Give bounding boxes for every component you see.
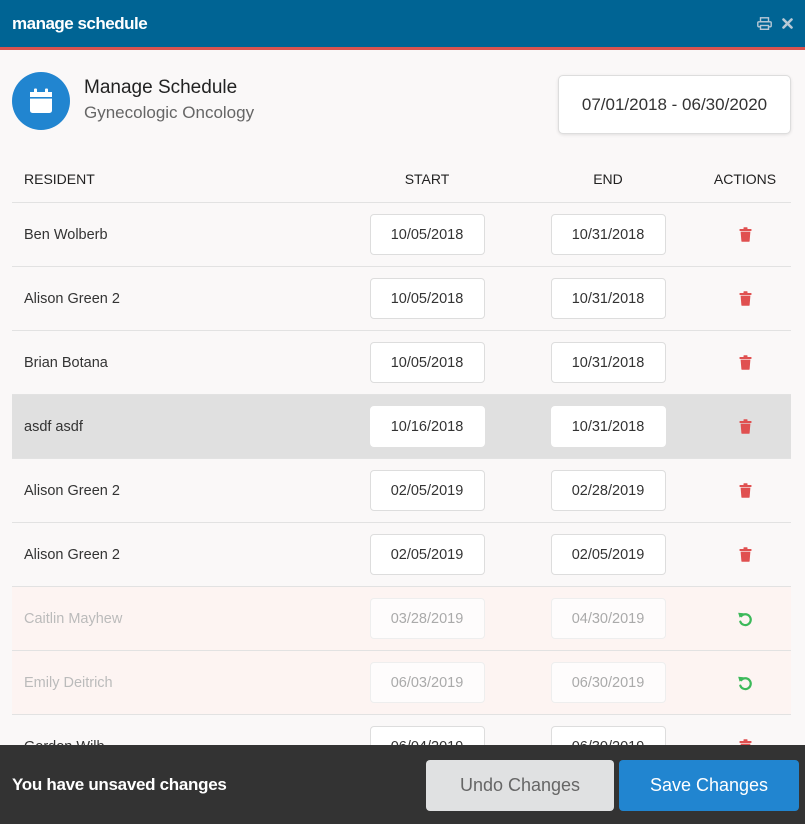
- page-title: Manage Schedule: [84, 77, 238, 98]
- table-row[interactable]: asdf asdf 10/16/2018 10/31/2018: [12, 395, 791, 459]
- undo-icon[interactable]: [737, 611, 753, 627]
- window-titlebar: manage schedule: [0, 0, 805, 50]
- column-header-start: START: [404, 170, 450, 187]
- end-date-input[interactable]: 10/31/2018: [550, 342, 666, 383]
- table-row[interactable]: Ben Wolberb 10/05/2018 10/31/2018: [12, 203, 791, 267]
- resident-name: Brian Botana: [24, 354, 108, 371]
- close-icon[interactable]: [782, 18, 793, 29]
- end-date-input[interactable]: 10/31/2018: [550, 406, 666, 447]
- trash-icon[interactable]: [739, 355, 752, 370]
- resident-name: asdf asdf: [24, 418, 83, 435]
- calendar-icon: [12, 72, 70, 130]
- print-icon[interactable]: [757, 17, 772, 30]
- table-row[interactable]: Alison Green 2 02/05/2019 02/05/2019: [12, 523, 791, 587]
- unsaved-changes-bar: You have unsaved changes Undo Changes Sa…: [0, 745, 805, 824]
- table-header: RESIDENT START END ACTIONS: [12, 155, 791, 203]
- date-range-picker[interactable]: 07/01/2018 - 06/30/2020: [558, 75, 791, 134]
- table-row[interactable]: Brian Botana 10/05/2018 10/31/2018: [12, 331, 791, 395]
- resident-name: Caitlin Mayhew: [24, 610, 123, 627]
- column-header-resident: RESIDENT: [24, 170, 95, 187]
- start-date-input[interactable]: 10/05/2018: [369, 342, 485, 383]
- table-row[interactable]: Caitlin Mayhew 03/28/2019 04/30/2019: [12, 587, 791, 651]
- end-date-input[interactable]: 04/30/2019: [550, 598, 666, 639]
- column-header-end: END: [593, 170, 623, 187]
- trash-icon[interactable]: [739, 227, 752, 242]
- trash-icon[interactable]: [739, 547, 752, 562]
- trash-icon[interactable]: [739, 419, 752, 434]
- start-date-input[interactable]: 03/28/2019: [369, 598, 485, 639]
- table-row[interactable]: Alison Green 2 02/05/2019 02/28/2019: [12, 459, 791, 523]
- schedule-table: RESIDENT START END ACTIONS Ben Wolberb 10…: [12, 155, 791, 779]
- table-row[interactable]: Emily Deitrich 06/03/2019 06/30/2019: [12, 651, 791, 715]
- start-date-input[interactable]: 02/05/2019: [369, 470, 485, 511]
- window-title: manage schedule: [12, 13, 148, 33]
- start-date-input[interactable]: 02/05/2019: [369, 534, 485, 575]
- schedule-header: Manage Schedule Gynecologic Oncology 07/…: [0, 53, 805, 153]
- start-date-input[interactable]: 10/05/2018: [369, 278, 485, 319]
- resident-name: Emily Deitrich: [24, 674, 113, 691]
- trash-icon[interactable]: [739, 483, 752, 498]
- table-body: Ben Wolberb 10/05/2018 10/31/2018 Alison Gr…: [12, 203, 791, 779]
- window-tools: [757, 17, 793, 30]
- undo-icon[interactable]: [737, 675, 753, 691]
- table-row[interactable]: Alison Green 2 10/05/2018 10/31/2018: [12, 267, 791, 331]
- start-date-input[interactable]: 10/05/2018: [369, 214, 485, 255]
- end-date-input[interactable]: 06/30/2019: [550, 662, 666, 703]
- end-date-input[interactable]: 02/05/2019: [550, 534, 666, 575]
- start-date-input[interactable]: 10/16/2018: [369, 406, 485, 447]
- end-date-input[interactable]: 10/31/2018: [550, 278, 666, 319]
- resident-name: Ben Wolberb: [24, 226, 108, 243]
- trash-icon[interactable]: [739, 291, 752, 306]
- unsaved-message: You have unsaved changes: [12, 775, 227, 794]
- start-date-input[interactable]: 06/03/2019: [369, 662, 485, 703]
- end-date-input[interactable]: 10/31/2018: [550, 214, 666, 255]
- column-header-actions: ACTIONS: [713, 170, 777, 187]
- program-subtitle: Gynecologic Oncology: [84, 103, 255, 122]
- undo-changes-button[interactable]: Undo Changes: [426, 760, 614, 811]
- save-changes-button[interactable]: Save Changes: [619, 760, 799, 811]
- resident-name: Alison Green 2: [24, 290, 120, 307]
- resident-name: Alison Green 2: [24, 482, 120, 499]
- end-date-input[interactable]: 02/28/2019: [550, 470, 666, 511]
- resident-name: Alison Green 2: [24, 546, 120, 563]
